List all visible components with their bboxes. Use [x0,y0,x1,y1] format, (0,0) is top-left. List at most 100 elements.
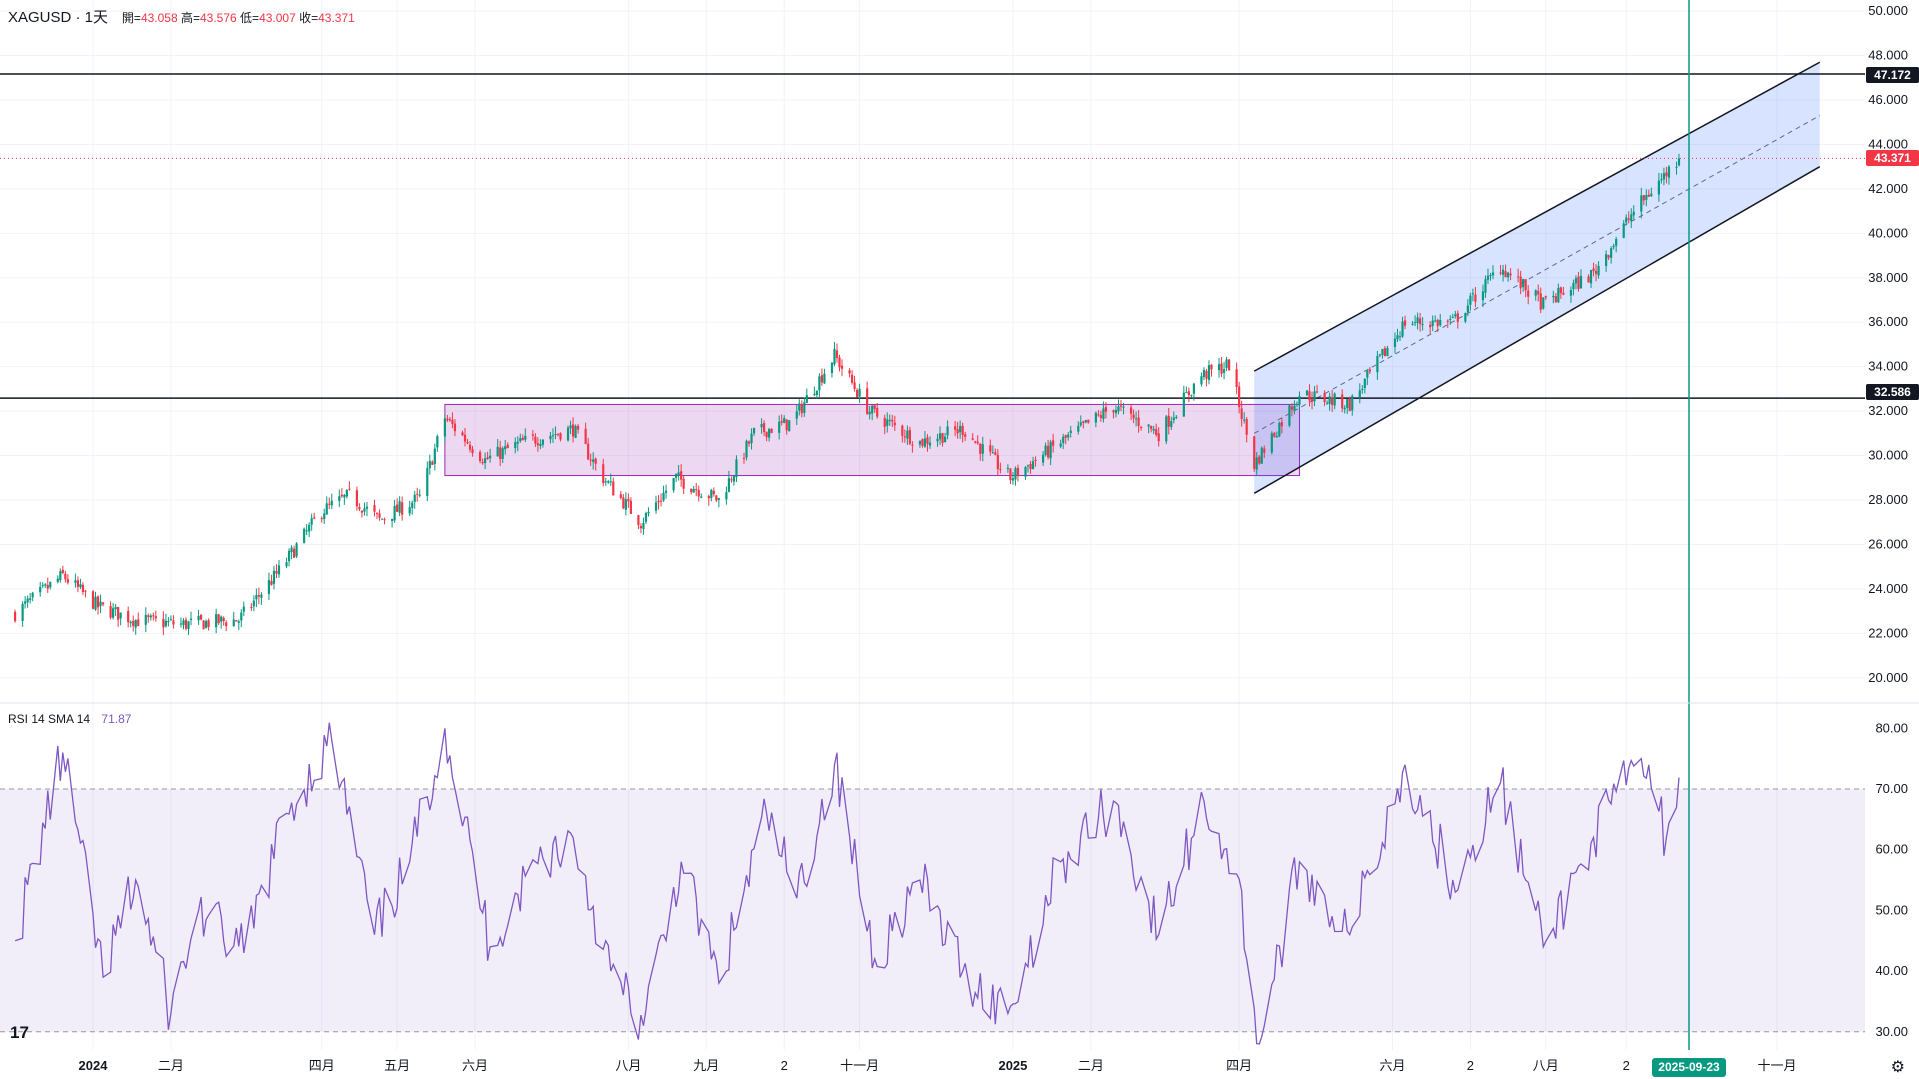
candle-body [1270,433,1273,453]
candle-body [569,425,572,429]
candle-body [893,422,896,426]
chart-canvas[interactable]: 20.000 22.000 24.000 26.000 28.000 30.000 32.0… [0,0,1919,1079]
candle-body [187,621,190,629]
candle-body [101,602,105,605]
candle-body [1150,425,1153,429]
candle-body [1328,396,1331,404]
candle-body [1506,272,1510,278]
candle-body [1009,468,1012,481]
candle-body [795,411,798,419]
candle-body [541,439,545,445]
candle-body [1366,370,1369,378]
candle-body [270,580,273,585]
price-tick-label: 22.000 [1868,625,1908,640]
candle-body [871,405,874,414]
rsi-tick-label: 50.00 [1875,902,1908,917]
candle-body [355,490,359,507]
candle-body [1557,287,1560,303]
candle-body [1293,405,1296,411]
candle-body [943,436,947,443]
tradingview-logo[interactable]: 17 [10,1023,29,1043]
candle-body [725,492,728,500]
candle-body [363,508,366,512]
candle-body [217,614,220,624]
rsi-legend[interactable]: RSI 14 SMA 14 71.87 [8,712,131,726]
candle-body [1577,276,1580,289]
candle-body [1094,412,1097,423]
candle-body [1315,391,1319,393]
candle-body [1358,390,1361,398]
candle-body [979,443,982,454]
candle-body [710,490,713,499]
candle-body [961,425,964,436]
candle-body [833,348,836,365]
gear-icon[interactable]: ⚙ [1891,1057,1905,1077]
candle-body [1351,395,1354,411]
candle-body [1182,392,1185,417]
candle-body [1341,394,1344,409]
candle-body [501,448,504,459]
candle-body [1454,314,1457,317]
candle-body [338,496,341,501]
candle-body [762,423,766,432]
price-tick-label: 30.000 [1868,448,1908,463]
symbol-name[interactable]: XAGUSD · 1天 [8,9,108,26]
candle-body [798,403,801,411]
candle-body [707,495,710,499]
candle-body [908,429,911,444]
candle-body [250,607,253,609]
candle-body [132,620,135,627]
rsi-tick-label: 60.00 [1875,842,1908,857]
candle-body [888,419,891,421]
time-tick-label: 十一月 [840,1058,879,1073]
time-tick-label: 六月 [1379,1058,1405,1073]
rsi-axis[interactable]: 30.00 40.00 50.00 60.00 70.00 80.00 [1875,720,1908,1039]
candle-body [566,427,570,441]
symbol-legend[interactable]: XAGUSD · 1天 開=43.058 高=43.576 低=43.007 收… [8,6,355,27]
candle-body [436,436,439,448]
candle-body [850,374,854,383]
candle-body [1630,214,1633,221]
candle-body [260,594,263,598]
price-tick-label: 32.000 [1868,403,1908,418]
candle-body [1132,414,1135,419]
candle-body [1662,173,1666,180]
candle-body [1396,335,1399,340]
candle-body [1165,416,1168,442]
rsi-tick-label: 70.00 [1875,781,1908,796]
time-axis[interactable]: 2024 二月 四月 五月 六月 八月 九月 2 十一月 2025 二月 四月 六月 2 八月 2 十一月 [79,1058,1797,1073]
candle-body [144,615,147,625]
price-tick-label: 42.000 [1868,181,1908,196]
candle-body [747,441,751,444]
candle-body [466,441,469,444]
candle-body [1527,290,1530,297]
candles [13,153,1681,636]
candle-body [1544,296,1547,298]
candle-body [918,440,922,445]
resistance-price-tag: 47.172 [1866,67,1919,83]
candle-body [1331,397,1334,405]
price-axis[interactable]: 20.000 22.000 24.000 26.000 28.000 30.000 32.0… [1868,3,1908,685]
candle-body [1650,193,1653,197]
candle-body [868,411,871,415]
candle-body [1288,405,1291,426]
candle-body [285,562,288,567]
candle-body [848,370,851,374]
candle-body [499,447,502,460]
candle-body [514,442,517,449]
candle-body [690,488,693,493]
candle-body [1175,416,1178,418]
candle-body [662,492,665,501]
candle-body [448,419,452,421]
candle-body [257,595,260,597]
candle-body [989,445,992,452]
candle-body [463,434,467,442]
candle-body [534,436,537,444]
candle-body [1429,324,1432,328]
candle-body [506,444,509,449]
rsi-label[interactable]: RSI 14 SMA 14 [8,712,90,726]
candle-body [1451,316,1454,318]
candle-body [360,510,364,513]
candle-body [637,515,640,526]
candle-body [644,513,648,522]
